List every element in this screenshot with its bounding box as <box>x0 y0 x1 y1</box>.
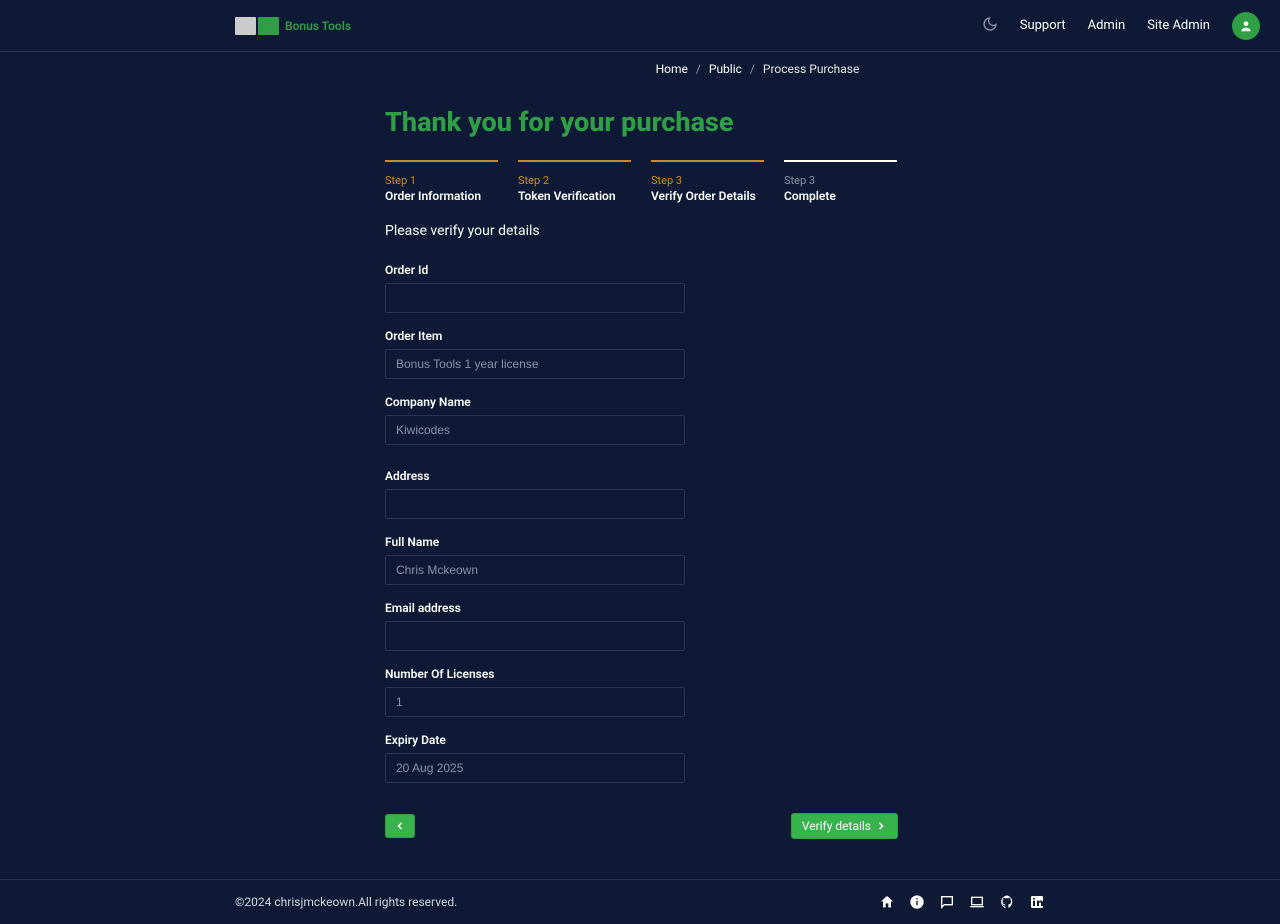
step-number: Step 1 <box>385 174 498 187</box>
licenses-label: Number Of Licenses <box>385 667 685 681</box>
step-label: Order Information <box>385 189 498 203</box>
step-complete: Step 3 Complete <box>784 160 897 203</box>
breadcrumb-current: Process Purchase <box>763 62 860 76</box>
brand[interactable]: Bonus Tools <box>235 17 351 35</box>
full-name-label: Full Name <box>385 535 685 549</box>
order-form: Order Id Order Item Company Name Address… <box>385 263 685 783</box>
nav-support[interactable]: Support <box>1020 18 1066 33</box>
nav-admin[interactable]: Admin <box>1088 18 1126 33</box>
moon-icon <box>982 16 998 32</box>
order-id-label: Order Id <box>385 263 685 277</box>
laptop-icon[interactable] <box>969 894 985 910</box>
step-token-verification: Step 2 Token Verification <box>518 160 631 203</box>
address-label: Address <box>385 469 685 483</box>
breadcrumb-separator: / <box>696 62 701 76</box>
step-number: Step 3 <box>651 174 764 187</box>
breadcrumb-public[interactable]: Public <box>709 62 742 76</box>
brand-name: Bonus Tools <box>285 19 351 33</box>
back-button[interactable] <box>385 814 415 838</box>
company-name-field[interactable] <box>385 415 685 445</box>
github-icon[interactable] <box>999 894 1015 910</box>
order-item-label: Order Item <box>385 329 685 343</box>
step-label: Verify Order Details <box>651 189 764 203</box>
expiry-field[interactable] <box>385 753 685 783</box>
footer: ©2024 chrisjmckeown.All rights reserved. <box>0 879 1280 924</box>
footer-copyright: ©2024 chrisjmckeown.All rights reserved. <box>235 895 457 909</box>
info-icon[interactable] <box>909 894 925 910</box>
linkedin-icon[interactable] <box>1029 894 1045 910</box>
step-label: Complete <box>784 189 897 203</box>
topbar: Bonus Tools Support Admin Site Admin <box>0 0 1280 52</box>
home-icon[interactable] <box>879 894 895 910</box>
step-number: Step 2 <box>518 174 631 187</box>
email-field[interactable] <box>385 621 685 651</box>
step-label: Token Verification <box>518 189 631 203</box>
brand-logo-icon <box>235 17 279 35</box>
verify-details-button[interactable]: Verify details <box>791 813 898 839</box>
step-order-information: Step 1 Order Information <box>385 160 498 203</box>
chat-icon[interactable] <box>939 894 955 910</box>
chevron-right-icon <box>875 820 887 832</box>
avatar[interactable] <box>1232 12 1260 40</box>
step-verify-order-details: Step 3 Verify Order Details <box>651 160 764 203</box>
order-id-field[interactable] <box>385 283 685 313</box>
breadcrumb: Home / Public / Process Purchase <box>421 52 860 86</box>
chevron-left-icon <box>394 820 406 832</box>
footer-icons <box>879 894 1045 910</box>
breadcrumb-home[interactable]: Home <box>656 62 688 76</box>
step-number: Step 3 <box>784 174 897 187</box>
theme-toggle[interactable] <box>982 16 998 36</box>
page-title: Thank you for your purchase <box>385 106 1280 138</box>
main-content: Thank you for your purchase Step 1 Order… <box>0 86 1280 879</box>
breadcrumb-separator: / <box>750 62 755 76</box>
email-label: Email address <box>385 601 685 615</box>
verify-details-label: Verify details <box>802 819 871 833</box>
order-item-field[interactable] <box>385 349 685 379</box>
licenses-field[interactable] <box>385 687 685 717</box>
company-name-label: Company Name <box>385 395 685 409</box>
nav-site-admin[interactable]: Site Admin <box>1147 18 1210 33</box>
full-name-field[interactable] <box>385 555 685 585</box>
address-field[interactable] <box>385 489 685 519</box>
expiry-label: Expiry Date <box>385 733 685 747</box>
instruction-text: Please verify your details <box>385 223 1280 239</box>
stepper: Step 1 Order Information Step 2 Token Ve… <box>385 160 1280 203</box>
user-icon <box>1239 19 1253 33</box>
